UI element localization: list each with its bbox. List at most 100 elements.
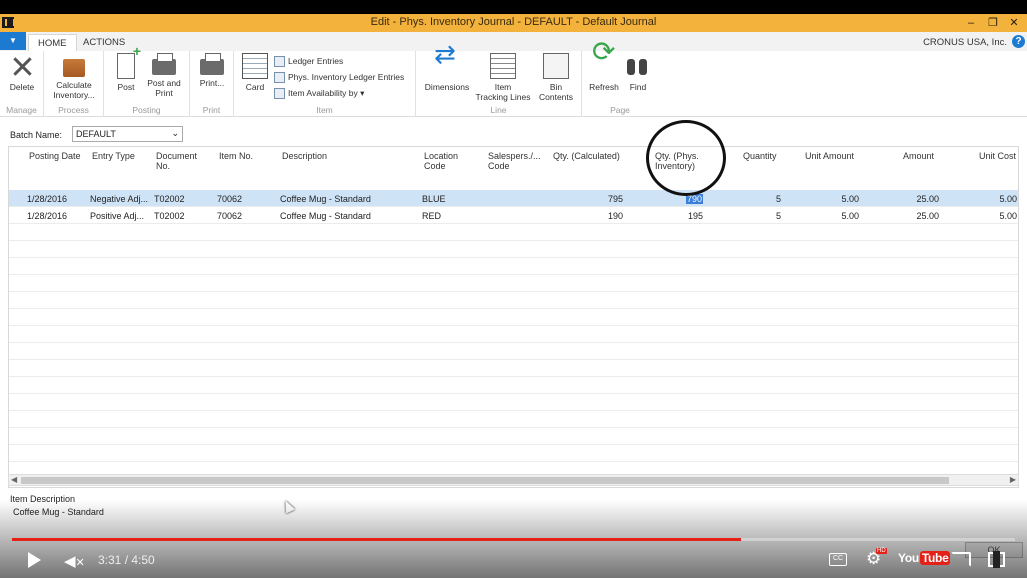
find-button[interactable]: Find bbox=[624, 53, 652, 92]
phys-inventory-ledger-entries-button[interactable]: Phys. Inventory Ledger Entries bbox=[274, 70, 404, 84]
dimensions-button[interactable]: Dimensions bbox=[420, 49, 474, 92]
cell-amount[interactable]: 25.00 bbox=[881, 194, 939, 204]
empty-row[interactable] bbox=[9, 343, 1018, 360]
post-and-print-button[interactable]: Post and Print bbox=[142, 53, 186, 98]
empty-row[interactable] bbox=[9, 275, 1018, 292]
app-window: Edit - Phys. Inventory Journal - DEFAULT… bbox=[0, 14, 1027, 578]
empty-row[interactable] bbox=[9, 241, 1018, 258]
video-controls: ◀✕ 3:31 / 4:50 CC ⚙ HD You Tube bbox=[0, 545, 1027, 578]
cell-unit-amount[interactable]: 5.00 bbox=[803, 211, 859, 221]
group-label-manage: Manage bbox=[6, 105, 37, 115]
cell-location-code[interactable]: RED bbox=[422, 211, 441, 221]
cell-amount[interactable]: 25.00 bbox=[881, 211, 939, 221]
empty-row[interactable] bbox=[9, 326, 1018, 343]
captions-icon[interactable]: CC bbox=[829, 553, 847, 566]
item-availability-icon bbox=[274, 88, 285, 99]
cell-posting-date[interactable]: 1/28/2016 bbox=[27, 211, 67, 221]
video-progress-bar[interactable] bbox=[12, 538, 1015, 541]
col-qty-calculated[interactable]: Qty. (Calculated) bbox=[553, 151, 620, 161]
empty-row[interactable] bbox=[9, 411, 1018, 428]
col-amount[interactable]: Amount bbox=[903, 151, 934, 161]
cell-quantity[interactable]: 5 bbox=[725, 194, 781, 204]
cell-quantity[interactable]: 5 bbox=[725, 211, 781, 221]
col-location-code[interactable]: Location Code bbox=[424, 151, 458, 171]
empty-row[interactable] bbox=[9, 258, 1018, 275]
card-button[interactable]: Card bbox=[240, 53, 270, 92]
table-row[interactable]: 1/28/2016 Negative Adj... T02002 70062 C… bbox=[9, 190, 1018, 207]
col-qty-phys-inventory[interactable]: Qty. (Phys. Inventory) bbox=[655, 151, 699, 171]
cell-unit-cost[interactable]: 5.00 bbox=[959, 211, 1017, 221]
refresh-button[interactable]: Refresh bbox=[586, 47, 622, 92]
cell-item-no[interactable]: 70062 bbox=[217, 211, 242, 221]
table-row[interactable]: 1/28/2016 Positive Adj... T02002 70062 C… bbox=[9, 207, 1018, 224]
col-unit-amount[interactable]: Unit Amount bbox=[805, 151, 854, 161]
col-description[interactable]: Description bbox=[282, 151, 327, 161]
empty-row[interactable] bbox=[9, 360, 1018, 377]
item-tracking-lines-button[interactable]: Item Tracking Lines bbox=[474, 53, 532, 102]
empty-row[interactable] bbox=[9, 394, 1018, 411]
col-item-no[interactable]: Item No. bbox=[219, 151, 253, 161]
cell-document-no[interactable]: T02002 bbox=[154, 211, 185, 221]
empty-row[interactable] bbox=[9, 292, 1018, 309]
batch-name-select[interactable]: DEFAULT ⌄ bbox=[72, 126, 183, 142]
cell-item-no[interactable]: 70062 bbox=[217, 194, 242, 204]
group-label-page: Page bbox=[610, 105, 630, 115]
col-unit-cost[interactable]: Unit Cost bbox=[979, 151, 1016, 161]
col-entry-type[interactable]: Entry Type bbox=[92, 151, 135, 161]
play-icon[interactable] bbox=[28, 552, 41, 568]
cell-qty-calculated[interactable]: 795 bbox=[569, 194, 623, 204]
minimize-button[interactable]: – bbox=[961, 15, 981, 31]
empty-row[interactable] bbox=[9, 309, 1018, 326]
cell-unit-cost[interactable]: 5.00 bbox=[959, 194, 1017, 204]
scrollbar-thumb[interactable] bbox=[21, 477, 949, 484]
col-quantity[interactable]: Quantity bbox=[743, 151, 777, 161]
cell-unit-amount[interactable]: 5.00 bbox=[803, 194, 859, 204]
empty-row[interactable] bbox=[9, 445, 1018, 462]
cell-location-code[interactable]: BLUE bbox=[422, 194, 446, 204]
qty-phys-selected-value[interactable]: 790 bbox=[685, 194, 703, 204]
cell-document-no[interactable]: T02002 bbox=[154, 194, 185, 204]
tab-home[interactable]: HOME bbox=[28, 34, 77, 51]
delete-button[interactable]: Delete bbox=[4, 53, 40, 92]
restore-button[interactable]: ❐ bbox=[983, 15, 1003, 31]
cell-description[interactable]: Coffee Mug - Standard bbox=[280, 194, 371, 204]
grid-header: Posting Date Entry Type Document No. Ite… bbox=[9, 147, 1018, 175]
ribbon-group-manage: Delete Manage bbox=[0, 51, 44, 117]
ribbon-group-process: Calculate Inventory... Process bbox=[44, 51, 104, 117]
print-button[interactable]: Print... bbox=[194, 53, 230, 88]
empty-row[interactable] bbox=[9, 377, 1018, 394]
cell-qty-calculated[interactable]: 190 bbox=[569, 211, 623, 221]
empty-row[interactable] bbox=[9, 224, 1018, 241]
item-availability-button[interactable]: Item Availability by ▾ bbox=[274, 86, 364, 100]
col-salesperson-code[interactable]: Salespers./... Code bbox=[488, 151, 541, 171]
cell-posting-date[interactable]: 1/28/2016 bbox=[27, 194, 67, 204]
mute-icon[interactable]: ◀✕ bbox=[64, 552, 85, 570]
ledger-entries-button[interactable]: Ledger Entries bbox=[274, 54, 343, 68]
cell-description[interactable]: Coffee Mug - Standard bbox=[280, 211, 371, 221]
calculate-inventory-button[interactable]: Calculate Inventory... bbox=[48, 53, 100, 100]
cell-qty-phys-inventory[interactable]: 195 bbox=[649, 211, 703, 221]
fullscreen-icon[interactable] bbox=[988, 551, 1005, 568]
bin-contents-button[interactable]: Bin Contents bbox=[534, 53, 578, 102]
tab-actions[interactable]: ACTIONS bbox=[74, 34, 134, 51]
close-button[interactable]: ✕ bbox=[1004, 15, 1024, 31]
horizontal-scrollbar[interactable]: ◀ ▶ bbox=[8, 474, 1019, 486]
cell-entry-type[interactable]: Negative Adj... bbox=[90, 194, 148, 204]
company-name[interactable]: CRONUS USA, Inc. bbox=[923, 37, 1007, 48]
application-menu-button[interactable]: ▼ bbox=[0, 32, 26, 50]
post-and-print-icon bbox=[152, 53, 176, 75]
help-icon[interactable]: ? bbox=[1012, 35, 1025, 48]
cast-icon[interactable] bbox=[951, 552, 971, 567]
post-button[interactable]: Post bbox=[112, 46, 141, 92]
scroll-right-icon[interactable]: ▶ bbox=[1010, 475, 1016, 484]
cell-qty-phys-inventory[interactable]: 790 bbox=[649, 194, 703, 204]
col-document-no-line2: No. bbox=[156, 161, 171, 171]
col-document-no[interactable]: Document No. bbox=[156, 151, 197, 171]
scroll-left-icon[interactable]: ◀ bbox=[11, 475, 17, 484]
empty-row[interactable] bbox=[9, 428, 1018, 445]
youtube-logo[interactable]: You Tube bbox=[898, 551, 951, 565]
cell-entry-type[interactable]: Positive Adj... bbox=[90, 211, 144, 221]
col-qty-phys-line1: Qty. (Phys. bbox=[655, 151, 699, 161]
item-tracking-icon bbox=[490, 53, 516, 79]
col-posting-date[interactable]: Posting Date bbox=[29, 151, 81, 161]
